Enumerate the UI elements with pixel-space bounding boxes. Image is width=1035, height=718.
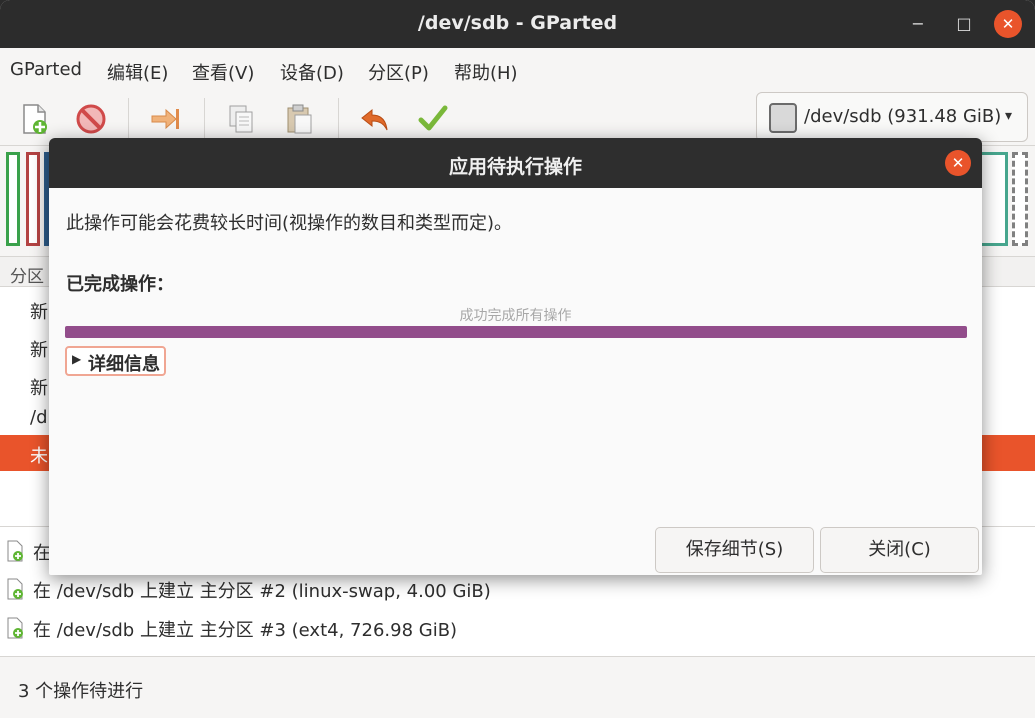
device-label: /dev/sdb (931.48 GiB) <box>804 106 1002 127</box>
row-label: 未 <box>30 446 48 467</box>
list-item[interactable]: 在 /dev/sdb 上建立 主分区 #2 (linux-swap, 4.00 … <box>0 570 1035 606</box>
apply-icon[interactable] <box>416 102 450 136</box>
apply-operations-dialog: 应用待执行操作 ✕ 此操作可能会花费较长时间(视操作的数目和类型而定)。 已完成… <box>49 138 982 575</box>
window-close-button[interactable]: ✕ <box>994 10 1022 38</box>
column-header-partition[interactable]: 分区 <box>10 262 44 287</box>
list-item[interactable]: 在 /dev/sdb 上建立 主分区 #3 (ext4, 726.98 GiB) <box>0 609 1035 645</box>
menu-device[interactable]: 设备(D) <box>280 59 344 85</box>
details-label: 详细信息 <box>88 354 160 375</box>
row-label: 新 <box>30 340 48 361</box>
progress-bar <box>65 326 967 338</box>
new-partition-icon <box>7 617 23 639</box>
row-label: 新 <box>30 378 48 399</box>
new-partition-icon <box>7 578 23 600</box>
menu-edit[interactable]: 编辑(E) <box>107 59 168 85</box>
hard-disk-icon <box>769 103 797 133</box>
status-bar: 3 个操作待进行 <box>0 656 1035 718</box>
maximize-button[interactable]: □ <box>950 10 978 38</box>
chevron-down-icon: ▾ <box>1005 108 1013 124</box>
new-partition-icon <box>7 540 23 562</box>
operation-text: 在 /dev/sdb 上建立 主分区 #3 (ext4, 726.98 GiB) <box>33 620 458 641</box>
device-selector[interactable]: /dev/sdb (931.48 GiB) ▾ <box>756 92 1028 142</box>
minimize-button[interactable]: − <box>904 10 932 38</box>
row-label: 新 <box>30 302 48 323</box>
save-details-button[interactable]: 保存细节(S) <box>655 527 814 573</box>
dialog-close-button[interactable]: ✕ <box>945 150 971 176</box>
partition-block[interactable] <box>26 152 40 246</box>
copy-icon[interactable] <box>224 102 258 136</box>
status-text: 3 个操作待进行 <box>18 681 144 702</box>
unallocated-block[interactable] <box>1012 152 1028 246</box>
menu-partition[interactable]: 分区(P) <box>368 59 429 85</box>
partition-block[interactable] <box>6 152 20 246</box>
details-expander[interactable]: ▶ 详细信息 <box>65 346 166 376</box>
expander-arrow-icon: ▶ <box>72 352 82 366</box>
operation-text: 在 /dev/sdb 上建立 主分区 #2 (linux-swap, 4.00 … <box>33 581 491 602</box>
toolbar-separator <box>204 98 205 138</box>
window-title: /dev/sdb - GParted <box>417 12 618 34</box>
row-label: /d <box>30 407 48 428</box>
partition-block[interactable] <box>978 152 1008 246</box>
menu-bar: GParted 编辑(E) 查看(V) 设备(D) 分区(P) 帮助(H) <box>0 48 1035 90</box>
toolbar-separator <box>338 98 339 138</box>
new-partition-icon[interactable] <box>18 102 52 136</box>
dialog-title: 应用待执行操作 <box>448 156 582 178</box>
progress-bar-fill <box>65 326 967 338</box>
resize-move-icon[interactable] <box>148 102 182 136</box>
close-button[interactable]: 关闭(C) <box>820 527 979 573</box>
toolbar-separator <box>128 98 129 138</box>
dialog-title-bar: 应用待执行操作 ✕ <box>49 138 982 188</box>
menu-help[interactable]: 帮助(H) <box>454 59 518 85</box>
completed-operations-label: 已完成操作： <box>66 274 174 295</box>
paste-icon[interactable] <box>282 102 316 136</box>
undo-icon[interactable] <box>358 102 392 136</box>
dialog-message: 此操作可能会花费较长时间(视操作的数目和类型而定)。 <box>66 213 513 234</box>
menu-view[interactable]: 查看(V) <box>192 59 254 85</box>
progress-text: 成功完成所有操作 <box>459 308 572 324</box>
delete-icon[interactable] <box>74 102 108 136</box>
title-bar: /dev/sdb - GParted − □ ✕ <box>0 0 1035 48</box>
gparted-window: /dev/sdb - GParted − □ ✕ GParted 编辑(E) 查… <box>0 0 1035 718</box>
menu-gparted[interactable]: GParted <box>10 59 82 80</box>
